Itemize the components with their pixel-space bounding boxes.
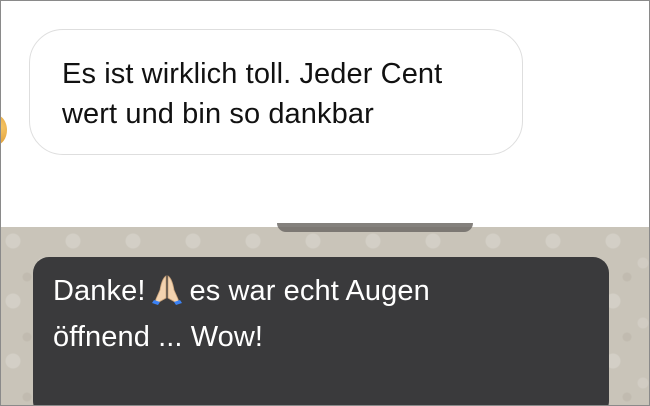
message-text-line: wert und bin so dankbar xyxy=(62,98,374,130)
message-text-line: Es ist wirklich toll. Jeder Cent xyxy=(62,58,443,90)
chat-pane-top: Es ist wirklich toll. Jeder Cent wert un… xyxy=(1,1,649,227)
incoming-message-bubble[interactable]: Es ist wirklich toll. Jeder Cent wert un… xyxy=(29,29,523,155)
folded-hands-icon xyxy=(150,272,184,317)
avatar[interactable] xyxy=(1,115,7,145)
outgoing-message-bubble[interactable]: Danke! es war echt Augen öffnend ... Wow… xyxy=(33,257,609,405)
date-separator-pill xyxy=(277,223,473,232)
message-text: es war echt Augen xyxy=(189,275,430,307)
message-text-line: Danke! es war echt Augen xyxy=(53,271,589,317)
message-text-line: öffnend ... Wow! xyxy=(53,321,264,353)
chat-pane-wallpaper: Danke! es war echt Augen öffnend ... Wow… xyxy=(1,223,649,405)
message-text: Danke! xyxy=(53,275,146,307)
screenshot-frame: Es ist wirklich toll. Jeder Cent wert un… xyxy=(0,0,650,406)
